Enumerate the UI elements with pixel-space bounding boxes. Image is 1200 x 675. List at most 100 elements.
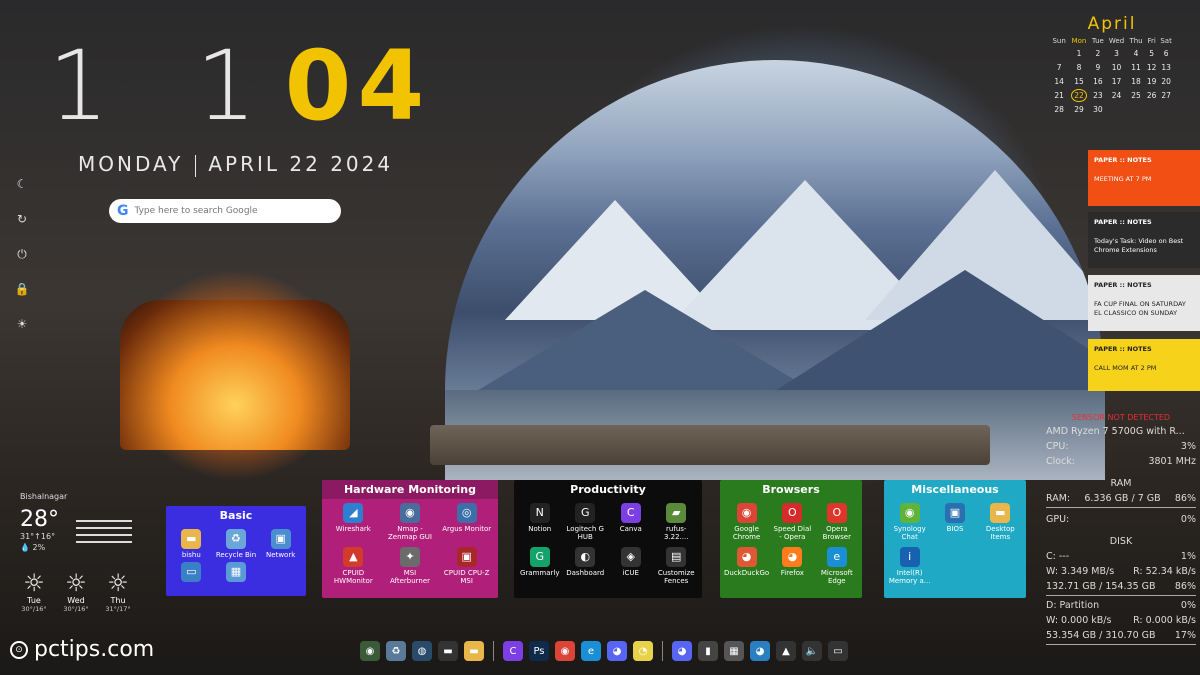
calendar-day[interactable]: 26 <box>1145 88 1158 102</box>
calendar-day[interactable]: 11 <box>1127 60 1145 74</box>
calendar-day[interactable] <box>1127 102 1145 116</box>
calendar-day[interactable]: 3 <box>1106 46 1127 60</box>
brightness-icon[interactable]: ☀ <box>14 316 30 332</box>
calendar-day[interactable]: 17 <box>1106 74 1127 88</box>
taskbar-chrome-icon[interactable]: ◉ <box>555 641 575 661</box>
desktop-shortcut[interactable]: O Speed Dial - Opera <box>771 503 813 541</box>
sticky-note[interactable]: PAPER :: NOTES FA CUP FINAL ON SATURDAY E… <box>1088 275 1200 331</box>
calendar-day[interactable]: 2 <box>1090 46 1106 60</box>
calendar-day[interactable]: 15 <box>1068 74 1089 88</box>
calendar-day[interactable]: 6 <box>1158 46 1174 60</box>
calendar-day[interactable]: 29 <box>1068 102 1089 116</box>
calendar-day[interactable]: 16 <box>1090 74 1106 88</box>
taskbar-app-1-icon[interactable]: ◉ <box>360 641 380 661</box>
desktop-shortcut[interactable]: ▤ Customize Fences <box>655 547 699 585</box>
taskbar-app-2-icon[interactable]: ♻ <box>386 641 406 661</box>
calendar-day[interactable]: 22 <box>1068 88 1089 102</box>
calendar-day[interactable] <box>1050 46 1068 60</box>
taskbar-tray-2-icon[interactable]: ▦ <box>724 641 744 661</box>
search-placeholder[interactable]: Type here to search Google <box>135 206 258 216</box>
calendar-day[interactable]: 13 <box>1158 60 1174 74</box>
calendar-day[interactable]: 28 <box>1050 102 1068 116</box>
desktop-shortcut[interactable]: ▭ <box>170 561 213 585</box>
calendar-day[interactable] <box>1158 102 1174 116</box>
desktop-shortcut[interactable]: ◎ Argus Monitor <box>439 503 494 541</box>
shortcut-label: Customize Fences <box>657 569 695 586</box>
power-icon[interactable]: ⏻ <box>14 246 30 262</box>
desktop-shortcut[interactable]: ◕ Firefox <box>771 547 813 585</box>
desktop-shortcut[interactable]: ◈ iCUE <box>609 547 653 585</box>
calendar-day[interactable]: 19 <box>1145 74 1158 88</box>
desktop-shortcut[interactable]: ▦ <box>215 561 258 585</box>
desktop-shortcut[interactable]: G Logitech G HUB <box>564 503 608 541</box>
calendar-day[interactable]: 20 <box>1158 74 1174 88</box>
calendar-day[interactable]: 5 <box>1145 46 1158 60</box>
calendar-day-number: 7 <box>1056 62 1062 72</box>
calendar-day[interactable]: 1 <box>1068 46 1089 60</box>
restart-icon[interactable]: ↻ <box>14 211 30 227</box>
desktop-shortcut[interactable]: ▣ CPUID CPU-Z MSI <box>439 547 494 585</box>
desktop-shortcut[interactable]: e Microsoft Edge <box>816 547 858 585</box>
calendar-day[interactable]: 21 <box>1050 88 1068 102</box>
desktop-shortcut[interactable]: C Canva <box>609 503 653 541</box>
desktop-shortcut[interactable]: ▲ CPUID HWMonitor <box>326 547 381 585</box>
desktop-shortcut[interactable]: i Intel(R) Memory a... <box>888 547 931 585</box>
calendar-day[interactable]: 4 <box>1127 46 1145 60</box>
lock-icon[interactable]: 🔒 <box>14 281 30 297</box>
note-title: PAPER :: NOTES <box>1094 218 1152 226</box>
calendar-day[interactable]: 24 <box>1106 88 1127 102</box>
taskbar-app-4-icon[interactable]: ▬ <box>438 641 458 661</box>
taskbar-tray-3-icon[interactable]: ◕ <box>750 641 770 661</box>
desktop-shortcut[interactable]: ◉ Synology Chat <box>888 503 931 541</box>
desktop-shortcut[interactable]: ♻ Recycle Bin <box>215 529 258 560</box>
calendar-day[interactable]: 30 <box>1090 102 1106 116</box>
desktop-shortcut[interactable]: O Opera Browser <box>816 503 858 541</box>
taskbar-file-explorer-icon[interactable]: ▬ <box>464 641 484 661</box>
calendar-weekday: Tue <box>1091 37 1104 45</box>
sleep-icon[interactable]: ☾ <box>14 176 30 192</box>
shortcut-icon: ◎ <box>456 503 477 523</box>
taskbar-tray-1-icon[interactable]: ▮ <box>698 641 718 661</box>
sticky-note[interactable]: PAPER :: NOTES CALL MOM AT 2 PM <box>1088 339 1200 391</box>
desktop-shortcut[interactable]: ◢ Wireshark <box>326 503 381 541</box>
calendar-day-number: 15 <box>1074 76 1084 86</box>
calendar-day[interactable] <box>1145 102 1158 116</box>
desktop-shortcut[interactable]: ◉ Nmap - Zenmap GUI <box>383 503 438 541</box>
desktop-shortcut[interactable]: N Notion <box>518 503 562 541</box>
taskbar-chat-icon[interactable]: ◔ <box>633 641 653 661</box>
sticky-note[interactable]: PAPER :: NOTES Today's Task: Video on Bes… <box>1088 212 1200 268</box>
taskbar-discord-tray-icon[interactable]: ◕ <box>672 641 692 661</box>
google-search-bar[interactable]: G Type here to search Google <box>109 199 341 223</box>
calendar-day[interactable]: 7 <box>1050 60 1068 74</box>
desktop-shortcut[interactable]: ▰ rufus-3.22.... <box>655 503 699 541</box>
taskbar-edge-icon[interactable]: e <box>581 641 601 661</box>
calendar-day[interactable]: 18 <box>1127 74 1145 88</box>
power-controls: ☾ ↻ ⏻ 🔒 ☀ <box>14 176 30 332</box>
taskbar-canva-icon[interactable]: C <box>503 641 523 661</box>
calendar-day[interactable]: 12 <box>1145 60 1158 74</box>
desktop-shortcut[interactable]: ▣ Network <box>259 529 302 560</box>
taskbar-discord-icon[interactable]: ◕ <box>607 641 627 661</box>
sticky-note[interactable]: PAPER :: NOTES MEETING AT 7 PM <box>1088 150 1200 206</box>
calendar-day[interactable] <box>1106 102 1127 116</box>
desktop-shortcut[interactable]: ◕ DuckDuckGo <box>724 547 769 585</box>
calendar-day[interactable]: 9 <box>1090 60 1106 74</box>
taskbar-tray-4-icon[interactable]: ▲ <box>776 641 796 661</box>
calendar-day[interactable]: 25 <box>1127 88 1145 102</box>
calendar-day[interactable]: 14 <box>1050 74 1068 88</box>
calendar-day[interactable]: 8 <box>1068 60 1089 74</box>
taskbar-photoshop-icon[interactable]: Ps <box>529 641 549 661</box>
desktop-shortcut[interactable]: ◐ Dashboard <box>564 547 608 585</box>
calendar-day[interactable]: 10 <box>1106 60 1127 74</box>
desktop-shortcut[interactable]: ✦ MSI Afterburner <box>383 547 438 585</box>
taskbar-app-3-icon[interactable]: ◍ <box>412 641 432 661</box>
taskbar-network-icon[interactable]: ▭ <box>828 641 848 661</box>
desktop-shortcut[interactable]: ◉ Google Chrome <box>724 503 769 541</box>
taskbar-volume-icon[interactable]: 🔈 <box>802 641 822 661</box>
calendar-day[interactable]: 23 <box>1090 88 1106 102</box>
calendar-day[interactable]: 27 <box>1158 88 1174 102</box>
desktop-shortcut[interactable]: ▬ Desktop Items <box>979 503 1022 541</box>
desktop-shortcut[interactable]: ▬ bishu <box>170 529 213 560</box>
desktop-shortcut[interactable]: ▣ BIOS <box>933 503 976 541</box>
desktop-shortcut[interactable]: G Grammarly <box>518 547 562 585</box>
